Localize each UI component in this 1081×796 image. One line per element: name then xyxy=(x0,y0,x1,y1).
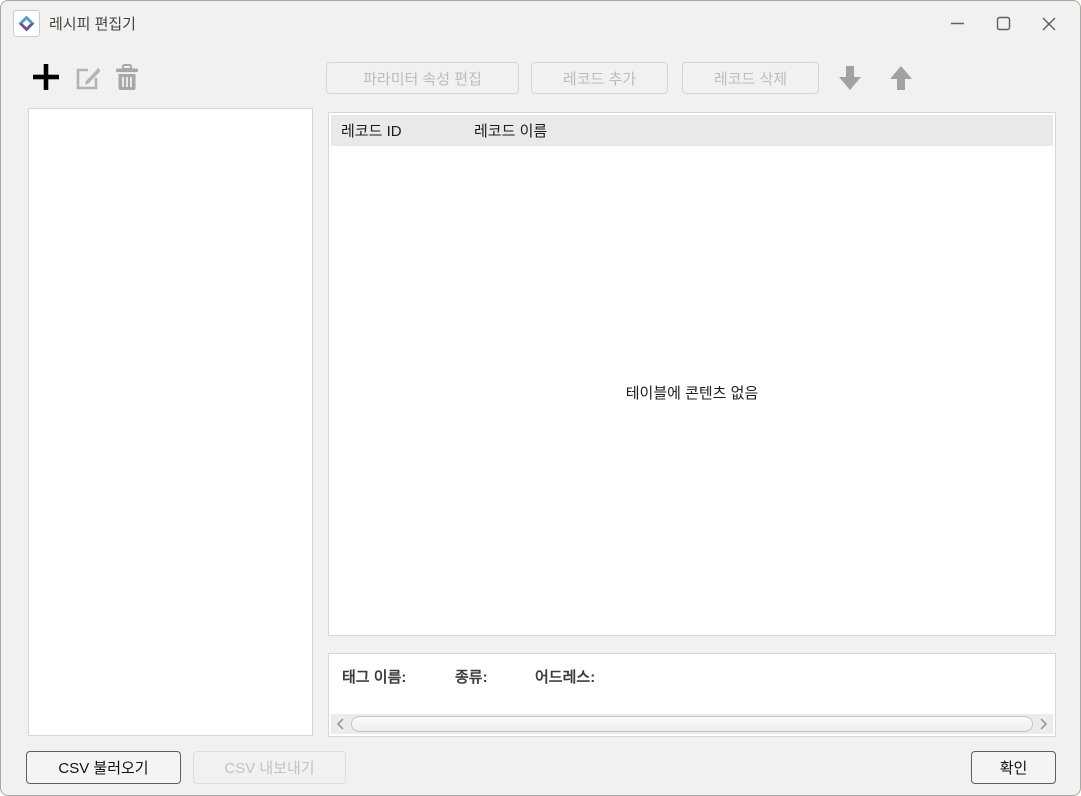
horizontal-scrollbar[interactable] xyxy=(331,714,1053,734)
delete-recipe-button[interactable] xyxy=(112,62,142,93)
recipe-editor-window: 레시피 편집기 xyxy=(0,0,1081,796)
ok-button[interactable]: 확인 xyxy=(971,751,1056,784)
titlebar: 레시피 편집기 xyxy=(1,1,1080,46)
tag-name-label: 태그 이름: xyxy=(342,666,406,687)
csv-import-button[interactable]: CSV 불러오기 xyxy=(26,751,181,784)
plus-icon xyxy=(31,62,61,92)
delete-record-button[interactable]: 레코드 삭제 xyxy=(682,62,819,94)
window-title: 레시피 편집기 xyxy=(49,13,136,34)
maximize-button[interactable] xyxy=(980,1,1026,46)
window-controls xyxy=(934,1,1072,46)
kind-label: 종류: xyxy=(455,666,488,687)
edit-icon xyxy=(74,64,102,92)
scrollbar-thumb[interactable] xyxy=(351,716,1033,732)
column-header-record-id[interactable]: 레코드 ID xyxy=(331,120,474,141)
arrow-up-icon xyxy=(888,64,914,92)
column-header-record-name[interactable]: 레코드 이름 xyxy=(474,120,547,141)
record-info-panel: 태그 이름: 종류: 어드레스: xyxy=(328,653,1056,737)
scroll-left-button[interactable] xyxy=(331,714,349,734)
address-label: 어드레스: xyxy=(535,666,595,687)
chevron-right-icon xyxy=(1040,718,1048,730)
move-record-up-button[interactable] xyxy=(886,62,916,94)
recipe-list[interactable] xyxy=(28,108,313,736)
close-button[interactable] xyxy=(1026,1,1072,46)
app-logo-icon xyxy=(13,10,40,37)
table-empty-message: 테이블에 콘텐츠 없음 xyxy=(329,382,1055,403)
scrollbar-track[interactable] xyxy=(349,714,1035,734)
add-recipe-button[interactable] xyxy=(30,61,62,93)
add-record-button[interactable]: 레코드 추가 xyxy=(531,62,668,94)
scroll-right-button[interactable] xyxy=(1035,714,1053,734)
minimize-button[interactable] xyxy=(934,1,980,46)
trash-icon xyxy=(113,63,141,92)
move-record-down-button[interactable] xyxy=(835,62,865,94)
maximize-icon xyxy=(996,16,1011,31)
csv-export-button[interactable]: CSV 내보내기 xyxy=(193,751,346,784)
close-icon xyxy=(1041,16,1057,32)
arrow-down-icon xyxy=(837,64,863,92)
minimize-icon xyxy=(950,16,965,31)
chevron-left-icon xyxy=(336,718,344,730)
record-table-header: 레코드 ID 레코드 이름 xyxy=(331,115,1053,146)
param-props-edit-button[interactable]: 파라미터 속성 편집 xyxy=(326,62,519,94)
record-table[interactable]: 레코드 ID 레코드 이름 테이블에 콘텐츠 없음 xyxy=(328,112,1056,636)
edit-recipe-button[interactable] xyxy=(73,63,102,92)
